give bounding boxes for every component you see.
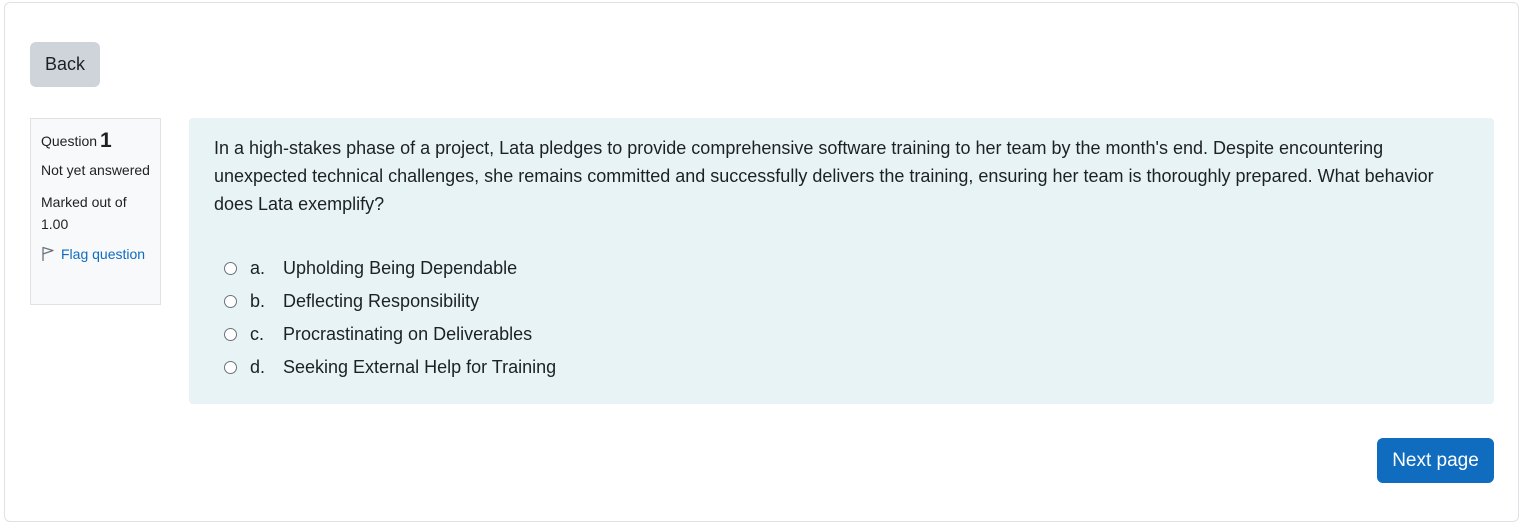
question-number: 1 bbox=[100, 129, 112, 152]
flag-outline-icon bbox=[42, 246, 54, 261]
answer-option-b[interactable]: b. Deflecting Responsibility bbox=[224, 285, 1469, 318]
answer-text[interactable]: Procrastinating on Deliverables bbox=[283, 324, 532, 345]
answer-text[interactable]: Seeking External Help for Training bbox=[283, 357, 556, 378]
answer-list: a. Upholding Being Dependable b. Deflect… bbox=[224, 252, 1469, 384]
question-heading-label: Question bbox=[41, 133, 98, 149]
answer-radio-c[interactable] bbox=[224, 328, 237, 341]
question-content: In a high-stakes phase of a project, Lat… bbox=[189, 118, 1494, 404]
answer-text[interactable]: Upholding Being Dependable bbox=[283, 258, 517, 279]
question-state: Not yet answered bbox=[41, 162, 150, 178]
question-heading: Question 1 bbox=[41, 129, 150, 152]
answer-text[interactable]: Deflecting Responsibility bbox=[283, 291, 479, 312]
question-grade: Marked out of 1.00 bbox=[41, 194, 127, 232]
answer-option-d[interactable]: d. Seeking External Help for Training bbox=[224, 351, 1469, 384]
answer-option-a[interactable]: a. Upholding Being Dependable bbox=[224, 252, 1469, 285]
answer-option-c[interactable]: c. Procrastinating on Deliverables bbox=[224, 318, 1469, 351]
answer-letter: b. bbox=[250, 291, 266, 311]
answer-radio-b[interactable] bbox=[224, 295, 237, 308]
answer-letter: a. bbox=[250, 258, 266, 278]
flag-question-label: Flag question bbox=[61, 246, 146, 262]
answer-letter: d. bbox=[250, 357, 266, 377]
answer-radio-d[interactable] bbox=[224, 361, 237, 374]
question-info-panel: Question 1 Not yet answered Marked out of… bbox=[30, 118, 161, 305]
next-page-button[interactable]: Next page bbox=[1377, 438, 1494, 483]
answer-radio-a[interactable] bbox=[224, 262, 237, 275]
back-button[interactable]: Back bbox=[30, 42, 100, 87]
question-text: In a high-stakes phase of a project, Lat… bbox=[214, 138, 1434, 214]
flag-question-link[interactable]: Flag question bbox=[41, 246, 150, 262]
answer-letter: c. bbox=[250, 324, 265, 344]
